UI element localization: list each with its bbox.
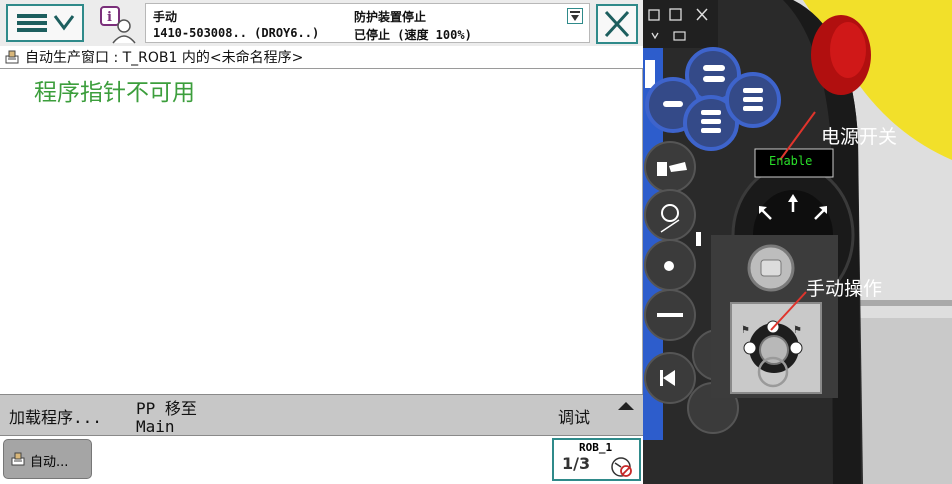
manual-mode-label: 手动操作 — [806, 278, 883, 300]
quickset-button[interactable]: ROB_1 1/3 — [552, 438, 641, 481]
controller-name: 1410-503008.. (DROY6..) — [153, 26, 320, 40]
pp-move-button[interactable]: PP 移至 — [136, 395, 197, 419]
program-view: 程序指针不可用 — [0, 69, 643, 394]
safety-state: 防护装置停止 — [354, 10, 427, 24]
close-icon — [604, 10, 630, 38]
load-program-button[interactable]: 加载程序... — [9, 404, 102, 428]
hamburger-menu-icon — [17, 14, 75, 32]
program-pointer-message: 程序指针不可用 — [34, 80, 195, 106]
task-bar — [0, 436, 643, 484]
user-info-icon: i — [100, 6, 136, 44]
window-title: 自动生产窗口 : T_ROB1 内的<未命名程序> — [25, 50, 304, 66]
flexpendant-screen: i 手动 1410-503008.. (DROY6..) 防护装置停止 已停止 … — [0, 0, 643, 484]
close-window-button[interactable] — [596, 4, 638, 44]
production-window-icon — [11, 452, 25, 466]
speed-gauge-icon — [611, 457, 632, 477]
quickset-robot: ROB_1 — [579, 441, 613, 454]
task-label: 自动... — [30, 455, 69, 470]
svg-text:⚑: ⚑ — [741, 325, 750, 336]
command-bar: 加载程序... PP 移至 Main 调试 — [0, 394, 643, 436]
debug-button[interactable]: 调试 — [558, 404, 590, 428]
event-log-button[interactable]: i — [96, 4, 138, 44]
device-illustration: ⚑ ⚑ — [643, 0, 952, 484]
run-state: 已停止 (速度 100%) — [354, 28, 472, 42]
status-info-panel[interactable]: 手动 1410-503008.. (DROY6..) 防护装置停止 已停止 (速… — [145, 3, 590, 43]
enable-indicator: Enable — [769, 154, 813, 168]
production-window-icon — [5, 50, 19, 64]
task-auto-production[interactable]: 自动... — [3, 439, 92, 479]
main-menu-button[interactable] — [6, 4, 84, 42]
caret-up-icon — [618, 402, 634, 410]
svg-text:⚑: ⚑ — [793, 325, 802, 336]
window-title-bar: 自动生产窗口 : T_ROB1 内的<未命名程序> — [0, 46, 643, 69]
svg-text:i: i — [107, 10, 112, 25]
operating-mode: 手动 — [153, 10, 178, 24]
virtual-flexpendant-device: ⚑ ⚑ Enable 电源开关 手动操作 — [643, 0, 952, 484]
power-switch-label: 电源开关 — [821, 126, 898, 148]
quickset-increment: 1/3 — [562, 454, 591, 473]
pp-target-label: Main — [136, 417, 175, 436]
status-flag-icon — [567, 8, 583, 24]
